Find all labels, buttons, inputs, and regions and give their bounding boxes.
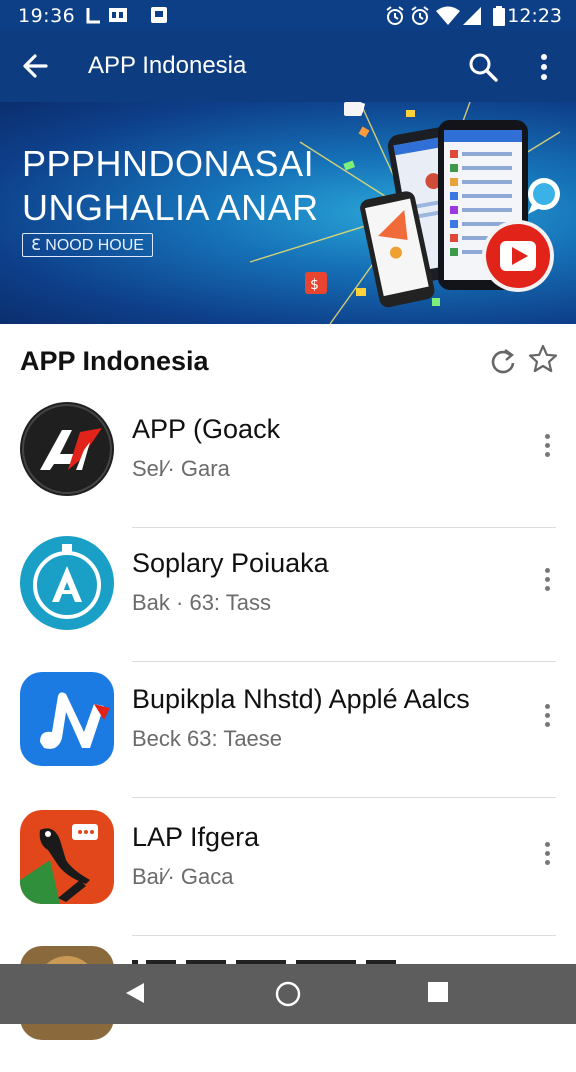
app-subtitle: Beck 63: Taese xyxy=(132,726,283,751)
carrier-icon xyxy=(86,8,100,24)
app-name: LAP Ifgera xyxy=(132,822,260,852)
app-icon-music-note xyxy=(20,672,114,766)
recents-square-icon[interactable] xyxy=(426,980,450,1004)
app-icon-av xyxy=(20,402,114,496)
app-icon-bird xyxy=(20,810,114,904)
section-header: APP Indonesia xyxy=(0,324,576,394)
battery-icon xyxy=(493,6,505,26)
alarm-icon xyxy=(411,6,429,25)
banner-tag[interactable]: ℇ NOOD HOUE xyxy=(22,233,153,257)
photo-icon xyxy=(151,7,167,23)
divider xyxy=(132,797,556,798)
banner-headline-line1: PPPHNDONASAI xyxy=(22,143,315,184)
app-name: Soplary Poiuaka xyxy=(132,548,329,578)
list-item[interactable]: APP (Goack Sel⁄· Gara xyxy=(0,394,576,528)
divider xyxy=(132,661,556,662)
list-item[interactable]: LAP Ifgera Bai⁄· Gaca xyxy=(0,802,576,936)
app-subtitle: Sel⁄· Gara xyxy=(132,456,230,481)
list-item[interactable]: Bupikpla Nhstd) Applé Aalcs Beck 63: Tae… xyxy=(0,664,576,798)
promo-banner[interactable]: $ PPPHNDONASAI UNGHALIA ANAR ℇ NOOD HOUE xyxy=(0,102,576,324)
app-name: APP (Goack xyxy=(132,414,281,444)
app-subtitle: Bak · 63: Tass xyxy=(132,590,271,615)
banner-headline-line2: UNGHALIA ANAR xyxy=(22,187,319,228)
status-bar: 19:36 12:23 xyxy=(0,0,576,30)
back-arrow-icon[interactable] xyxy=(18,48,54,84)
more-vert-icon[interactable] xyxy=(530,50,558,84)
star-icon[interactable] xyxy=(528,344,558,374)
overflow-menu-icon[interactable] xyxy=(538,568,556,598)
back-triangle-icon[interactable] xyxy=(122,980,148,1006)
notification-icon xyxy=(109,8,127,22)
home-circle-icon[interactable] xyxy=(274,980,302,1008)
alarm-icon xyxy=(386,6,404,25)
status-time-right: 12:23 xyxy=(507,5,562,27)
section-title: APP Indonesia xyxy=(20,346,209,376)
wifi-icon xyxy=(436,6,460,25)
overflow-menu-icon[interactable] xyxy=(538,842,556,872)
search-icon[interactable] xyxy=(466,50,500,84)
app-icon-a-circle xyxy=(20,536,114,630)
app-subtitle: Bai⁄· Gaca xyxy=(132,864,234,889)
app-bar: APP Indonesia xyxy=(0,30,576,102)
refresh-icon[interactable] xyxy=(489,347,517,375)
system-nav-bar xyxy=(0,964,576,1024)
app-bar-title: APP Indonesia xyxy=(88,52,247,79)
status-time-left: 19:36 xyxy=(18,5,76,27)
app-name: Bupikpla Nhstd) Applé Aalcs xyxy=(132,684,470,714)
signal-icon xyxy=(463,7,481,25)
divider xyxy=(132,935,556,936)
list-item[interactable]: Soplary Poiuaka Bak · 63: Tass xyxy=(0,528,576,662)
overflow-menu-icon[interactable] xyxy=(538,704,556,734)
svg-text:$: $ xyxy=(310,277,319,293)
banner-headline: PPPHNDONASAI UNGHALIA ANAR xyxy=(22,142,319,230)
overflow-menu-icon[interactable] xyxy=(538,434,556,464)
